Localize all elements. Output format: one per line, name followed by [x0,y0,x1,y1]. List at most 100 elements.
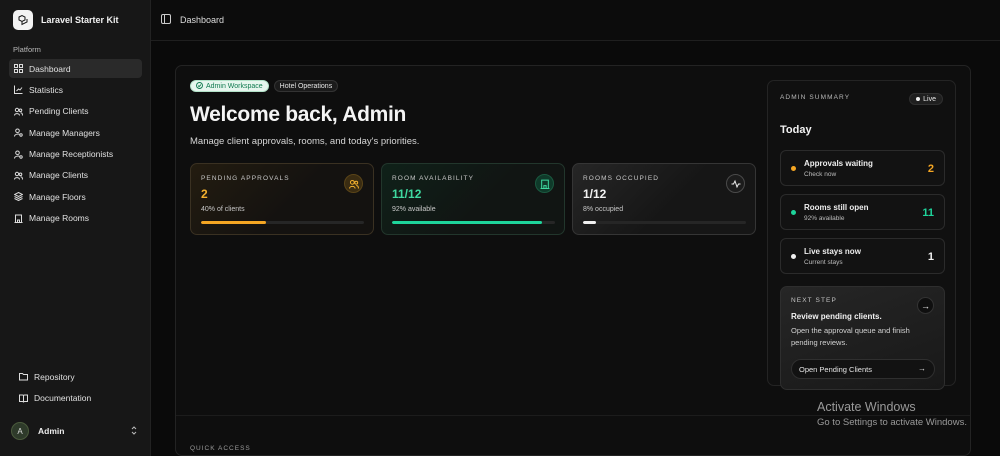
progress-bar [201,221,364,224]
summary-row-sub: Current stays [804,259,843,266]
stat-cards: PENDING APPROVALS 2 40% of clients ROOM … [190,163,756,235]
sidebar-item-manage-receptionists[interactable]: Manage Receptionists [9,145,142,164]
summary-row-live-stays[interactable]: Live stays now Current stays 1 [780,238,945,274]
sidebar-item-label: Documentation [34,393,92,404]
sidebar-item-statistics[interactable]: Statistics [9,80,142,99]
sidebar-item-label: Repository [34,371,75,382]
grid-icon [14,64,23,73]
activate-windows-watermark: Activate Windows Go to Settings to activ… [817,400,967,428]
book-icon [19,394,28,403]
operations-badge: Hotel Operations [273,80,339,92]
sidebar-item-label: Manage Floors [29,191,86,202]
stat-label: PENDING APPROVALS [201,175,290,182]
layers-icon [14,192,23,202]
users-icon [344,174,363,193]
laravel-logo-icon [13,10,33,30]
workspace-badge-label: Admin Workspace [206,82,263,90]
summary-row-approvals[interactable]: Approvals waiting Check now 2 [780,150,945,186]
summary-row-sub: 92% available [804,215,845,222]
sidebar-item-repository[interactable]: Repository [14,367,142,386]
stat-sub: 40% of clients [201,206,245,213]
sidebar-item-documentation[interactable]: Documentation [14,389,142,408]
sidebar-item-label: Manage Rooms [29,213,90,224]
user-cog-icon [14,128,23,137]
progress-bar [392,221,555,224]
progress-bar [583,221,746,224]
app-name: Laravel Starter Kit [41,15,119,25]
sidebar-item-manage-managers[interactable]: Manage Managers [9,123,142,142]
sidebar-item-pending-clients[interactable]: Pending Clients [9,102,142,121]
sidebar-nav: Dashboard Statistics Pending Clients Man… [9,59,142,230]
summary-row-sub: Check now [804,171,837,178]
badge-group: Admin Workspace Hotel Operations [190,80,339,92]
stat-value: 2 [201,187,208,201]
stat-card-pending-approvals[interactable]: PENDING APPROVALS 2 40% of clients [190,163,374,235]
users-icon [14,171,23,180]
sidebar-item-label: Dashboard [29,63,71,74]
sidebar: Laravel Starter Kit Platform Dashboard S… [0,0,151,456]
button-label: Open Pending Clients [799,364,872,374]
nav-section-label: Platform [13,45,41,54]
sidebar-item-label: Statistics [29,84,64,95]
progress-fill [392,221,542,224]
building-icon [14,214,23,223]
open-pending-clients-button[interactable]: Open Pending Clients → [791,359,935,379]
watermark-title: Activate Windows [817,400,916,414]
summary-row-value: 1 [927,251,934,263]
status-dot-icon [791,210,796,215]
stat-card-room-availability[interactable]: ROOM AVAILABILITY 11/12 92% available [381,163,565,235]
check-circle-icon [196,81,203,91]
stat-value: 1/12 [583,187,607,201]
sidebar-item-manage-clients[interactable]: Manage Clients [9,166,142,185]
chart-icon [14,85,23,95]
stat-sub: 92% available [392,206,436,213]
stat-value: 11/12 [392,187,422,201]
page-title: Welcome back, Admin [190,103,407,126]
summary-row-title: Live stays now [804,247,861,256]
brand[interactable]: Laravel Starter Kit [13,10,119,30]
status-dot-icon [791,166,796,171]
stat-label: ROOMS OCCUPIED [583,175,660,182]
next-step-desc: Open the approval queue and finish pendi… [791,326,910,347]
sidebar-item-manage-floors[interactable]: Manage Floors [9,187,142,206]
stat-card-rooms-occupied[interactable]: ROOMS OCCUPIED 1/12 8% occupied [572,163,756,235]
sidebar-item-label: Manage Clients [29,170,89,181]
admin-summary: ADMIN SUMMARY Live Today Approvals waiti… [767,80,956,390]
sidebar-item-manage-rooms[interactable]: Manage Rooms [9,209,142,228]
next-step-title: Review pending clients. [791,312,882,321]
watermark-sub: Go to Settings to activate Windows. [817,417,967,428]
folder-icon [19,372,28,381]
sidebar-toggle-icon[interactable] [161,11,171,29]
users-icon [14,107,23,116]
avatar: A [11,422,29,440]
summary-row-value: 2 [927,163,934,175]
sidebar-item-label: Manage Receptionists [29,149,114,160]
progress-fill [201,221,267,224]
stat-label: ROOM AVAILABILITY [392,175,475,182]
live-label: Live [923,95,936,103]
sidebar-item-label: Pending Clients [29,106,89,117]
dashboard-panel: Admin Workspace Hotel Operations Welcome… [175,65,971,456]
user-cog-icon [14,150,23,159]
arrow-right-icon[interactable]: → [917,297,934,314]
sidebar-footer-nav: Repository Documentation [14,367,142,410]
live-badge: Live [909,93,943,105]
status-dot-icon [791,254,796,259]
summary-row-title: Rooms still open [804,203,869,212]
page-subtitle: Manage client approvals, rooms, and toda… [190,136,420,147]
next-step-card: NEXT STEP → Review pending clients. Open… [780,286,945,390]
quick-access-heading: QUICK ACCESS [190,445,251,452]
summary-eyebrow: ADMIN SUMMARY [780,94,851,101]
summary-row-value: 11 [922,207,934,219]
summary-title: Today [780,124,812,136]
live-dot-icon [916,97,921,101]
arrow-right-icon: → [918,364,926,373]
summary-row-title: Approvals waiting [804,159,873,168]
progress-fill [583,221,597,224]
user-menu[interactable]: A Admin [11,421,141,441]
building-icon [535,174,554,193]
sidebar-item-label: Manage Managers [29,127,100,138]
breadcrumb[interactable]: Dashboard [180,15,224,25]
summary-row-rooms-open[interactable]: Rooms still open 92% available 11 [780,194,945,230]
sidebar-item-dashboard[interactable]: Dashboard [9,59,142,78]
